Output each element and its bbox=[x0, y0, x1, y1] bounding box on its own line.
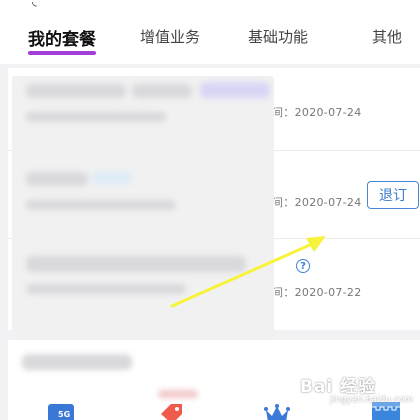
tab-value-added[interactable]: 增值业务 bbox=[140, 26, 200, 47]
top-tab-bar: ◟ ▔ 我的套餐 增值业务 基础功能 其他 bbox=[0, 0, 420, 64]
package-time: 间：2020-07-24 bbox=[272, 106, 362, 119]
tab-my-package[interactable]: 我的套餐 bbox=[28, 25, 96, 50]
tag-icon[interactable] bbox=[158, 402, 184, 420]
tab-other[interactable]: 其他 bbox=[372, 26, 402, 47]
unsubscribe-button[interactable]: 退订 bbox=[367, 181, 419, 209]
help-icon[interactable]: ? bbox=[296, 259, 310, 273]
package-time: 间：2020-07-24 bbox=[272, 196, 362, 209]
watermark: Bai 经验 bbox=[300, 377, 377, 397]
package-time: 间：2020-07-22 bbox=[272, 286, 362, 299]
active-tab-indicator bbox=[28, 51, 96, 55]
sim-card-icon[interactable]: 5G bbox=[48, 404, 74, 420]
blurred-overlay bbox=[12, 76, 274, 338]
back-icon-fragment: ◟ bbox=[32, 0, 37, 8]
sim-card-label: 5G bbox=[58, 410, 71, 419]
status-icon-fragment: ▔ bbox=[262, 0, 272, 8]
watermark-url: jingyan.baidu.com bbox=[330, 395, 414, 405]
tab-basic-functions[interactable]: 基础功能 bbox=[248, 26, 308, 47]
crown-icon[interactable] bbox=[264, 404, 290, 420]
